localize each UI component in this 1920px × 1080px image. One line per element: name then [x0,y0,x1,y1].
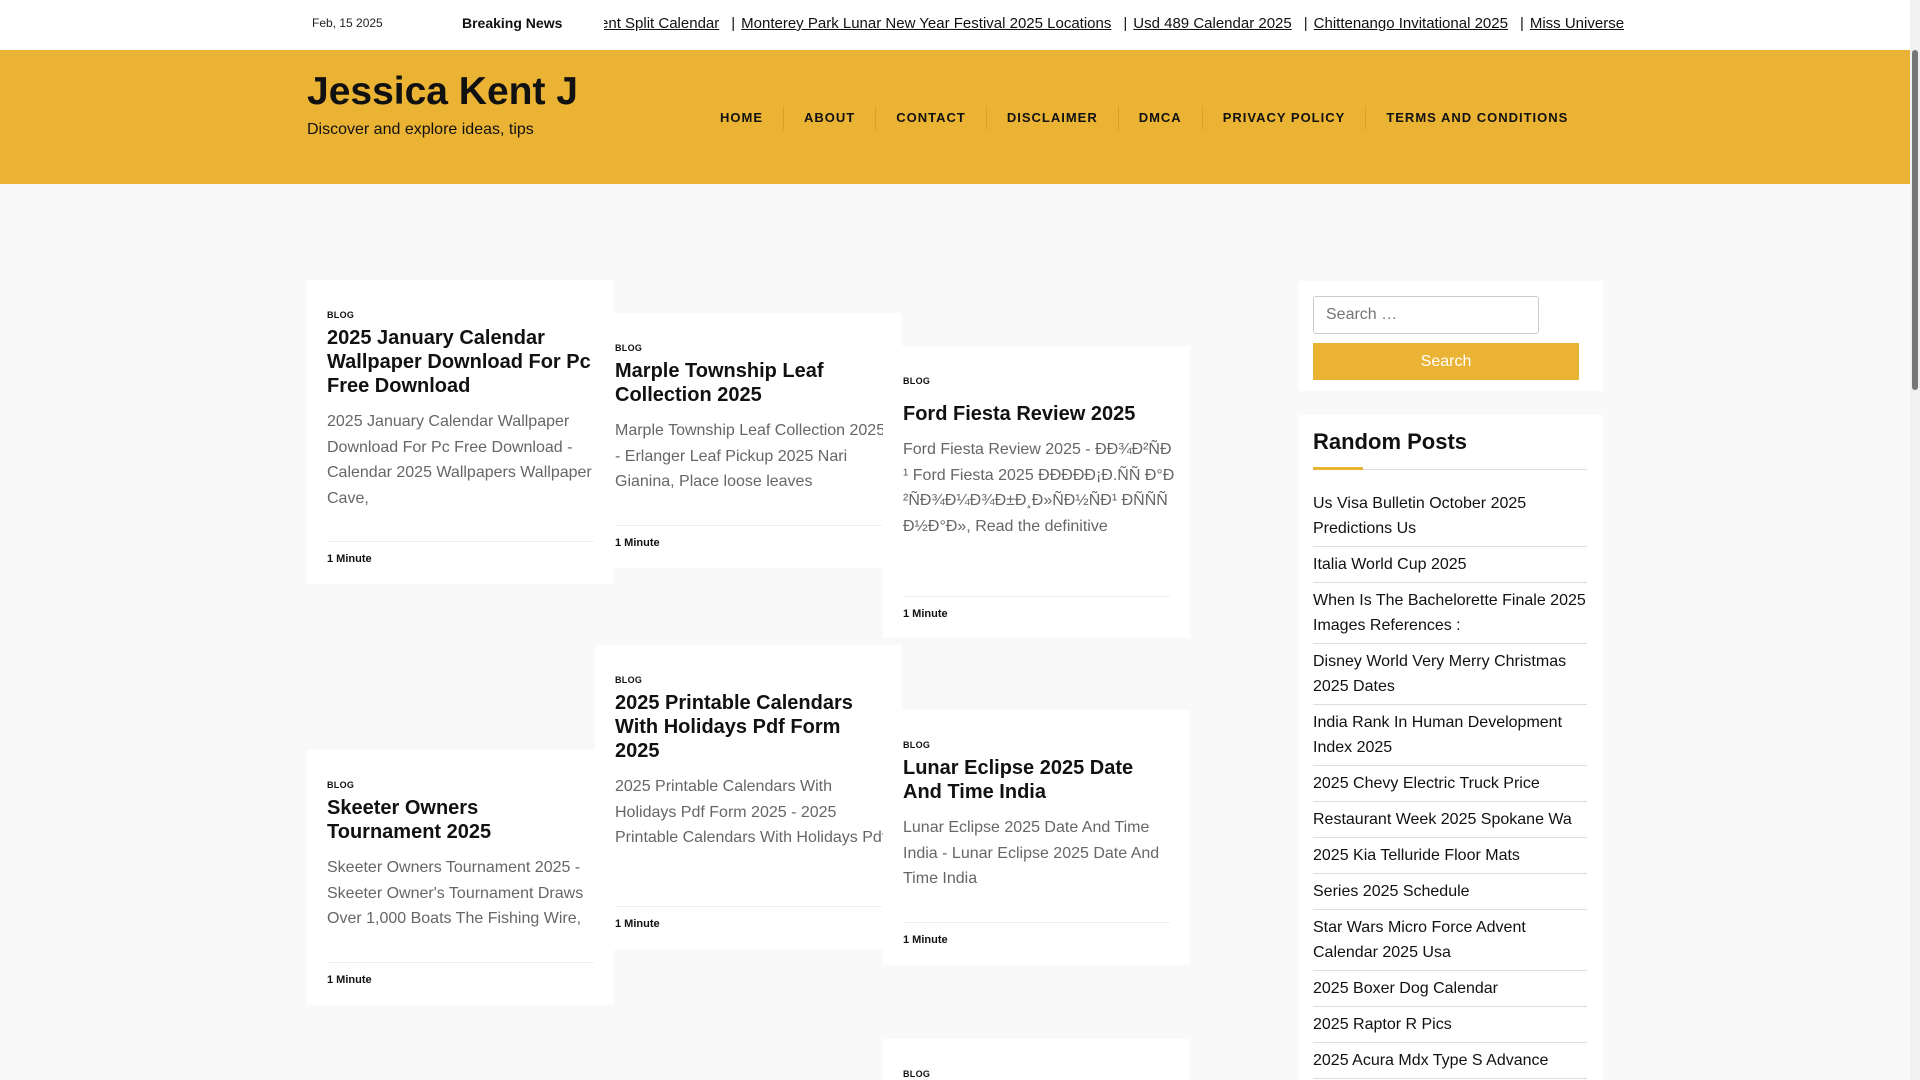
page-scrollbar-thumb[interactable] [1912,50,1918,390]
random-post-link[interactable]: Italia World Cup 2025 [1313,552,1587,583]
ticker-link[interactable]: Kent Split Calendar [604,15,719,32]
random-post-link[interactable]: Us Visa Bulletin October 2025 Prediction… [1313,491,1587,547]
post-title[interactable]: 2025 Printable Calendars With Holidays P… [615,691,885,763]
post-title[interactable]: Marple Township Leaf Collection 2025 [615,359,885,407]
main-navigation: HOME ABOUT CONTACT DISCLAIMER DMCA PRIVA… [700,106,1588,130]
random-posts-title: Random Posts [1313,429,1468,454]
post-read-time: 1 Minute [615,906,882,930]
post-category[interactable]: BLOG [327,310,354,320]
ticker-link[interactable]: Monterey Park Lunar New Year Festival 20… [741,15,1111,32]
ticker-separator: | [1519,15,1524,32]
random-post-link[interactable]: 2025 Kia Telluride Floor Mats [1313,843,1587,874]
post-excerpt: 2025 January Calendar Wallpaper Download… [327,413,592,507]
post-category[interactable]: BLOG [903,1069,930,1079]
post-category[interactable]: BLOG [327,780,354,790]
random-posts-list: Us Visa Bulletin October 2025 Prediction… [1313,491,1587,1080]
nav-about[interactable]: ABOUT [784,106,877,130]
ticker-separator: | [1303,15,1308,32]
ticker-separator: | [731,15,736,32]
post-card: BLOG Skeeter Owners Tournament 2025 Skee… [307,750,614,1005]
post-card: BLOG [883,1039,1190,1080]
ticker-separator: | [1123,15,1128,32]
post-excerpt: Lunar Eclipse 2025 Date And Time India -… [903,819,1160,887]
site-description: Discover and explore ideas, tips [307,121,534,138]
post-title[interactable]: Lunar Eclipse 2025 Date And Time India [903,756,1173,804]
nav-dmca[interactable]: DMCA [1119,106,1203,130]
search-widget: Search [1298,281,1603,391]
post-category[interactable]: BLOG [903,376,930,386]
post-excerpt: Skeeter Owners Tournament 2025 - Skeeter… [327,859,584,927]
post-card: BLOG Lunar Eclipse 2025 Date And Time In… [883,710,1190,965]
random-post-link[interactable]: 2025 Chevy Electric Truck Price [1313,771,1587,802]
site-title[interactable]: Jessica Kent J [307,70,578,114]
ticker-link[interactable]: Miss Universe [1530,15,1624,32]
nav-home[interactable]: HOME [700,106,784,130]
post-category[interactable]: BLOG [615,675,642,685]
search-input[interactable] [1313,296,1539,334]
widget-title-accent [1313,467,1363,470]
top-bar: Feb, 15 2025 Breaking News Kent Split Ca… [0,0,1910,50]
post-title[interactable]: Ford Fiesta Review 2025 [903,402,1173,426]
nav-privacy-policy[interactable]: PRIVACY POLICY [1203,106,1367,130]
random-post-link[interactable]: 2025 Boxer Dog Calendar [1313,976,1587,1007]
site-header: Jessica Kent J Discover and explore idea… [0,50,1910,184]
post-read-time: 1 Minute [327,541,594,565]
random-post-link[interactable]: Star Wars Micro Force Advent Calendar 20… [1313,915,1587,971]
post-read-time: 1 Minute [903,596,1170,620]
post-excerpt: Marple Township Leaf Collection 2025 - E… [615,422,886,490]
post-read-time: 1 Minute [615,525,882,549]
random-post-link[interactable]: 2025 Raptor R Pics [1313,1012,1587,1043]
post-card: BLOG 2025 Printable Calendars With Holid… [595,645,902,950]
post-category[interactable]: BLOG [615,343,642,353]
post-title[interactable]: 2025 January Calendar Wallpaper Download… [327,326,597,398]
breaking-news-label: Breaking News [462,15,563,31]
nav-contact[interactable]: CONTACT [876,106,987,130]
post-card: BLOG Ford Fiesta Review 2025 Ford Fiesta… [883,346,1190,638]
post-card: BLOG 2025 January Calendar Wallpaper Dow… [307,280,614,584]
random-post-link[interactable]: Restaurant Week 2025 Spokane Wa [1313,807,1587,838]
ticker-link[interactable]: Usd 489 Calendar 2025 [1133,15,1291,32]
ticker-link[interactable]: Chittenango Invitational 2025 [1314,15,1508,32]
random-posts-widget: Random Posts Us Visa Bulletin October 20… [1298,415,1603,1080]
nav-disclaimer[interactable]: DISCLAIMER [987,106,1119,130]
post-excerpt: Ford Fiesta Review 2025 - ÐÐ¾Ð²ÑÐ¹ Ford … [903,441,1175,535]
post-read-time: 1 Minute [327,962,594,986]
post-title[interactable]: Skeeter Owners Tournament 2025 [327,796,597,844]
random-post-link[interactable]: Disney World Very Merry Christmas 2025 D… [1313,649,1587,705]
post-read-time: 1 Minute [903,922,1170,946]
current-date: Feb, 15 2025 [312,16,383,30]
post-category[interactable]: BLOG [903,740,930,750]
nav-terms-and-conditions[interactable]: TERMS AND CONDITIONS [1366,106,1588,130]
search-button[interactable]: Search [1313,343,1579,380]
breaking-news-ticker: Kent Split Calendar | Monterey Park Lunar … [604,0,1672,50]
random-post-link[interactable]: When Is The Bachelorette Finale 2025 Ima… [1313,588,1587,644]
random-post-link[interactable]: India Rank In Human Development Index 20… [1313,710,1587,766]
post-card: BLOG Marple Township Leaf Collection 202… [595,313,902,568]
post-excerpt: 2025 Printable Calendars With Holidays P… [615,778,887,846]
random-post-link[interactable]: Series 2025 Schedule [1313,879,1587,910]
random-post-link[interactable]: 2025 Acura Mdx Type S Advance [1313,1048,1587,1079]
